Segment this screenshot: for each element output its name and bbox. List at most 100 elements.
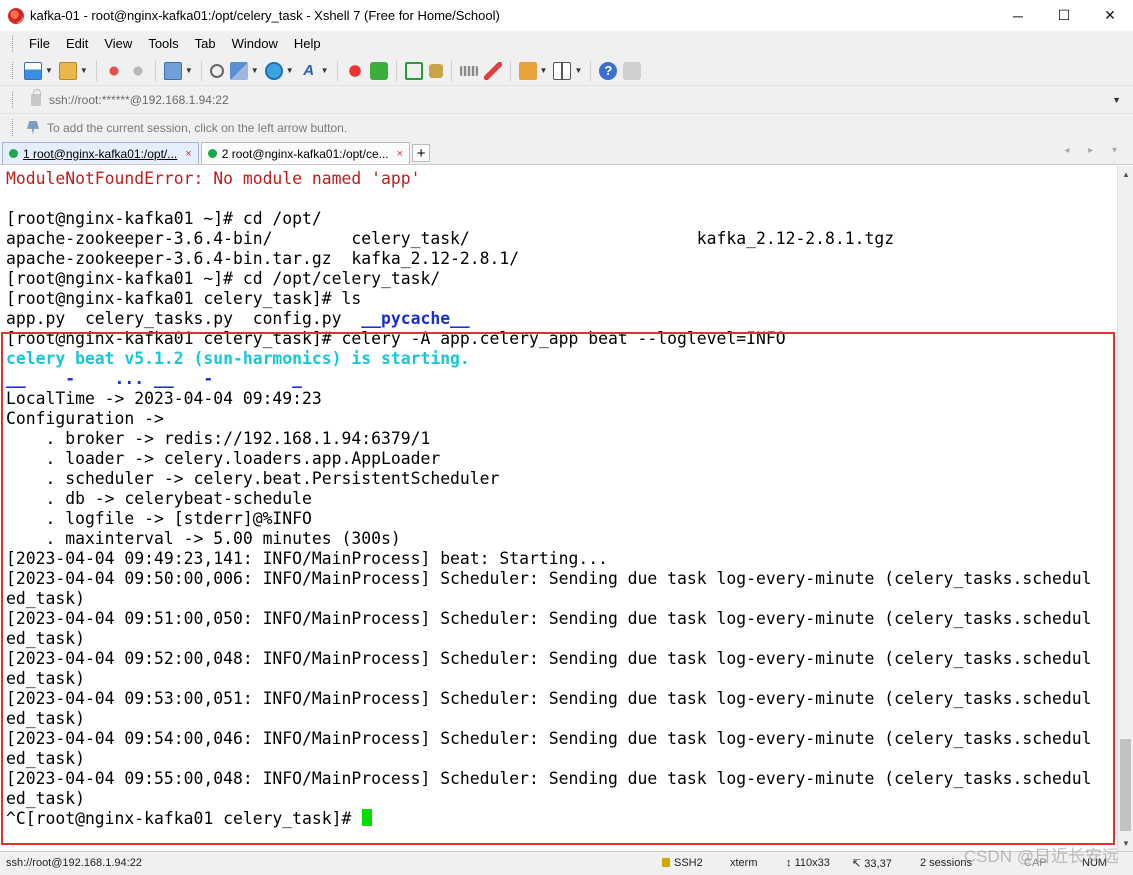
terminal-line: app.py celery_tasks.py config.py __pycac…: [6, 309, 1117, 329]
menu-view[interactable]: View: [96, 36, 140, 51]
scroll-down-icon[interactable]: ▼: [1118, 835, 1133, 851]
terminal-line: . scheduler -> celery.beat.PersistentSch…: [6, 469, 1117, 489]
terminal-line: [2023-04-04 09:55:00,048: INFO/MainProce…: [6, 769, 1117, 789]
terminal-line-text: [root@nginx-kafka01 ~]# cd /opt/celery_t…: [6, 269, 441, 288]
disconnect-icon[interactable]: [128, 61, 147, 80]
terminal-line: LocalTime -> 2023-04-04 09:49:23: [6, 389, 1117, 409]
terminal-line: . db -> celerybeat-schedule: [6, 489, 1117, 509]
new-session-dropdown-icon[interactable]: ▼: [45, 66, 53, 75]
layout-dropdown-icon[interactable]: ▼: [574, 66, 582, 75]
terminal-line: . broker -> redis://192.168.1.94:6379/1: [6, 429, 1117, 449]
terminal-line: ed_task): [6, 669, 1117, 689]
find-icon[interactable]: [209, 63, 224, 78]
menu-tab[interactable]: Tab: [187, 36, 224, 51]
compose-dropdown-icon[interactable]: ▼: [540, 66, 548, 75]
window-title: kafka-01 - root@nginx-kafka01:/opt/celer…: [30, 8, 500, 23]
tab-navigation[interactable]: ◂ ▸ ▾: [1064, 145, 1125, 156]
new-session-icon[interactable]: [24, 61, 42, 80]
terminal-line-text: [2023-04-04 09:49:23,141: INFO/MainProce…: [6, 549, 608, 568]
xftp-icon[interactable]: [345, 61, 364, 80]
help-icon[interactable]: ?: [599, 61, 618, 80]
terminal-line: ^C[root@nginx-kafka01 celery_task]#: [6, 809, 1117, 829]
resize-icon: ↕: [786, 857, 795, 869]
close-button[interactable]: ✕: [1087, 0, 1133, 31]
font-icon[interactable]: A: [300, 62, 318, 80]
properties-dropdown-icon[interactable]: ▼: [185, 66, 193, 75]
terminal-line: Configuration ->: [6, 409, 1117, 429]
terminal-line-text: [root@nginx-kafka01 celery_task]# ls: [6, 289, 362, 308]
terminal-line-text: [2023-04-04 09:52:00,048: INFO/MainProce…: [6, 649, 1092, 668]
scrollbar-thumb[interactable]: [1120, 739, 1131, 831]
terminal-output[interactable]: ModuleNotFoundError: No module named 'ap…: [0, 166, 1117, 851]
chat-icon[interactable]: [623, 61, 642, 80]
reconnect-icon[interactable]: [104, 61, 123, 80]
lock-icon[interactable]: [428, 63, 443, 78]
terminal-line: ed_task): [6, 789, 1117, 809]
terminal-line-text: [2023-04-04 09:54:00,046: INFO/MainProce…: [6, 729, 1092, 748]
scroll-up-icon[interactable]: ▲: [1118, 166, 1133, 182]
terminal-line-text: apache-zookeeper-3.6.4-bin.tar.gz kafka_…: [6, 249, 520, 268]
keyboard-icon[interactable]: [459, 65, 478, 76]
terminal-line-text: LocalTime -> 2023-04-04 09:49:23: [6, 389, 322, 408]
terminal-line: ed_task): [6, 749, 1117, 769]
maximize-button[interactable]: ☐: [1041, 0, 1087, 31]
highlight-icon[interactable]: [483, 61, 502, 80]
layout-icon[interactable]: [553, 61, 572, 80]
properties-icon[interactable]: [163, 61, 182, 80]
terminal-line-text: [2023-04-04 09:55:00,048: INFO/MainProce…: [6, 769, 1092, 788]
tab-session-2[interactable]: 2 root@nginx-kafka01:/opt/ce... ×: [200, 142, 411, 164]
menu-grip: [12, 35, 15, 52]
fullscreen-icon[interactable]: [404, 61, 423, 80]
menu-window[interactable]: Window: [224, 36, 286, 51]
terminal-line-text: ed_task): [6, 589, 85, 608]
terminal-line-text: ed_task): [6, 669, 85, 688]
transfer-icon[interactable]: [229, 61, 248, 80]
connected-status-icon: [9, 149, 18, 158]
terminal-line-text: Configuration ->: [6, 409, 164, 428]
font-dropdown-icon[interactable]: ▼: [321, 66, 329, 75]
terminal-line: [root@nginx-kafka01 ~]# cd /opt/: [6, 209, 1117, 229]
xshell-app-icon[interactable]: [8, 7, 24, 24]
tab-label: 2 root@nginx-kafka01:/opt/ce...: [221, 146, 389, 161]
terminal-line: [2023-04-04 09:49:23,141: INFO/MainProce…: [6, 549, 1117, 569]
terminal-line-text: [2023-04-04 09:50:00,006: INFO/MainProce…: [6, 569, 1092, 588]
terminal-line-text: . logfile -> [stderr]@%INFO: [6, 509, 312, 528]
address-dropdown-icon[interactable]: ▼: [1112, 95, 1121, 105]
terminal-line-text: [root@nginx-kafka01 ~]# cd /opt/: [6, 209, 322, 228]
status-protocol-label: SSH2: [674, 857, 703, 869]
directory-name: __pycache__: [361, 309, 470, 328]
menu-help[interactable]: Help: [286, 36, 329, 51]
terminal-scrollbar[interactable]: ▲ ▼: [1117, 166, 1133, 851]
terminal-line: . loader -> celery.loaders.app.AppLoader: [6, 449, 1117, 469]
globe-icon[interactable]: [264, 61, 283, 80]
toolbar: ▼ ▼ ▼ ▼ ▼ A ▼ ▼ ▼ ?: [0, 56, 1133, 85]
terminal-line: [2023-04-04 09:52:00,048: INFO/MainProce…: [6, 649, 1117, 669]
tab-bar: 1 root@nginx-kafka01:/opt/... × 2 root@n…: [0, 141, 1133, 165]
status-connection: ssh://root@192.168.1.94:22: [6, 857, 142, 869]
menu-file[interactable]: File: [21, 36, 58, 51]
terminal-line-text: [2023-04-04 09:51:00,050: INFO/MainProce…: [6, 609, 1092, 628]
tab-session-1[interactable]: 1 root@nginx-kafka01:/opt/... ×: [2, 142, 199, 164]
terminal-line-text: ed_task): [6, 709, 85, 728]
connected-status-icon: [207, 149, 217, 158]
xmanager-icon[interactable]: [369, 61, 388, 80]
open-folder-icon[interactable]: [58, 61, 77, 80]
menu-tools[interactable]: Tools: [140, 36, 186, 51]
terminal-line: [root@nginx-kafka01 celery_task]# ls: [6, 289, 1117, 309]
terminal-line: [root@nginx-kafka01 celery_task]# celery…: [6, 329, 1117, 349]
globe-dropdown-icon[interactable]: ▼: [286, 66, 294, 75]
close-tab-icon[interactable]: ×: [185, 148, 191, 160]
compose-icon[interactable]: [518, 61, 537, 80]
close-tab-icon[interactable]: ×: [397, 148, 403, 160]
session-address-input[interactable]: [49, 92, 1109, 107]
terminal-line: celery beat v5.1.2 (sun-harmonics) is st…: [6, 349, 1117, 369]
minimize-button[interactable]: ─: [995, 0, 1041, 31]
new-tab-button[interactable]: +: [412, 144, 431, 162]
toolbar-separator: [154, 60, 156, 81]
menu-edit[interactable]: Edit: [58, 36, 96, 51]
add-session-arrow-icon[interactable]: [27, 120, 39, 135]
menu-bar: File Edit View Tools Tab Window Help: [0, 31, 1133, 56]
open-dropdown-icon[interactable]: ▼: [80, 66, 88, 75]
transfer-dropdown-icon[interactable]: ▼: [251, 66, 259, 75]
hint-bar: To add the current session, click on the…: [0, 113, 1133, 141]
